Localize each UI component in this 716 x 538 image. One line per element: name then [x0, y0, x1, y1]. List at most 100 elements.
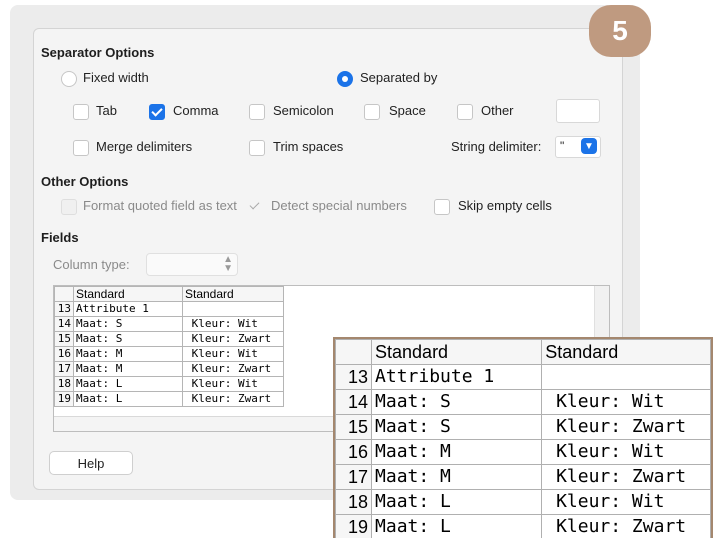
zoom-row-number: 15 — [336, 415, 372, 440]
zoom-row-number: 19 — [336, 515, 372, 538]
zoom-table-row: 18Maat: L Kleur: Wit — [336, 490, 711, 515]
cell-col-1[interactable]: Attribute 1 — [74, 302, 183, 317]
space-checkbox[interactable] — [364, 104, 380, 120]
skip-empty-label: Skip empty cells — [458, 198, 552, 213]
table-row: 14Maat: S Kleur: Wit — [55, 317, 284, 332]
column-type-select[interactable]: ▲▼ — [146, 253, 238, 276]
zoom-cell-col-2: Kleur: Zwart — [542, 465, 711, 490]
zoom-column-header-1: Standard — [372, 340, 542, 365]
table-row: 13Attribute 1 — [55, 302, 284, 317]
zoom-table-row: 15Maat: S Kleur: Zwart — [336, 415, 711, 440]
fields-title: Fields — [41, 230, 79, 245]
zoom-cell-col-1: Maat: M — [372, 465, 542, 490]
table-row: 15Maat: S Kleur: Zwart — [55, 332, 284, 347]
fixed-width-radio[interactable] — [61, 71, 77, 87]
cell-col-2[interactable] — [183, 302, 284, 317]
zoom-table-row: 14Maat: S Kleur: Wit — [336, 390, 711, 415]
other-label: Other — [481, 103, 514, 118]
tab-checkbox[interactable] — [73, 104, 89, 120]
row-number[interactable]: 17 — [55, 362, 74, 377]
cell-col-2[interactable]: Kleur: Wit — [183, 317, 284, 332]
zoom-row-number: 13 — [336, 365, 372, 390]
zoom-cell-col-1: Maat: S — [372, 415, 542, 440]
corner-cell — [55, 287, 74, 302]
preview-table: Standard Standard 13Attribute 114Maat: S… — [54, 286, 284, 407]
cell-col-2[interactable]: Kleur: Wit — [183, 347, 284, 362]
trim-spaces-checkbox[interactable] — [249, 140, 265, 156]
zoom-table-row: 13Attribute 1 — [336, 365, 711, 390]
string-delimiter-select[interactable]: " ▼ — [555, 136, 601, 158]
zoom-cell-col-2: Kleur: Zwart — [542, 515, 711, 538]
cell-col-1[interactable]: Maat: M — [74, 362, 183, 377]
chevron-down-icon[interactable]: ▼ — [581, 138, 597, 154]
zoom-cell-col-2 — [542, 365, 711, 390]
string-delimiter-label: String delimiter: — [451, 139, 541, 154]
row-number[interactable]: 15 — [55, 332, 74, 347]
semicolon-label: Semicolon — [273, 103, 334, 118]
fixed-width-label: Fixed width — [83, 70, 149, 85]
cell-col-2[interactable]: Kleur: Wit — [183, 377, 284, 392]
format-quoted-checkbox[interactable] — [61, 199, 77, 215]
cell-col-1[interactable]: Maat: L — [74, 377, 183, 392]
merge-delimiters-checkbox[interactable] — [73, 140, 89, 156]
zoom-table-row: 19Maat: L Kleur: Zwart — [336, 515, 711, 538]
zoom-cell-col-1: Maat: M — [372, 440, 542, 465]
zoom-table-row: 17Maat: M Kleur: Zwart — [336, 465, 711, 490]
cell-col-2[interactable]: Kleur: Zwart — [183, 392, 284, 407]
table-row: 18Maat: L Kleur: Wit — [55, 377, 284, 392]
zoom-cell-col-2: Kleur: Zwart — [542, 415, 711, 440]
zoom-cell-col-1: Attribute 1 — [372, 365, 542, 390]
zoom-cell-col-2: Kleur: Wit — [542, 440, 711, 465]
cell-col-1[interactable]: Maat: M — [74, 347, 183, 362]
other-input[interactable] — [556, 99, 600, 123]
separated-by-label: Separated by — [360, 70, 437, 85]
table-row: 17Maat: M Kleur: Zwart — [55, 362, 284, 377]
cell-col-1[interactable]: Maat: L — [74, 392, 183, 407]
format-quoted-label: Format quoted field as text — [83, 198, 237, 213]
column-type-label: Column type: — [53, 257, 130, 272]
comma-label: Comma — [173, 103, 219, 118]
skip-empty-checkbox[interactable] — [434, 199, 450, 215]
zoom-table-row: 16Maat: M Kleur: Wit — [336, 440, 711, 465]
row-number[interactable]: 19 — [55, 392, 74, 407]
zoom-cell-col-1: Maat: L — [372, 490, 542, 515]
zoom-corner-cell — [336, 340, 372, 365]
table-row: 16Maat: M Kleur: Wit — [55, 347, 284, 362]
semicolon-checkbox[interactable] — [249, 104, 265, 120]
row-number[interactable]: 18 — [55, 377, 74, 392]
trim-spaces-label: Trim spaces — [273, 139, 343, 154]
merge-delimiters-label: Merge delimiters — [96, 139, 192, 154]
zoom-cell-col-2: Kleur: Wit — [542, 490, 711, 515]
row-number[interactable]: 13 — [55, 302, 74, 317]
cell-col-2[interactable]: Kleur: Zwart — [183, 362, 284, 377]
zoom-column-header-2: Standard — [542, 340, 711, 365]
row-number[interactable]: 16 — [55, 347, 74, 362]
space-label: Space — [389, 103, 426, 118]
zoom-row-number: 17 — [336, 465, 372, 490]
zoom-cell-col-1: Maat: L — [372, 515, 542, 538]
column-header-1[interactable]: Standard — [74, 287, 183, 302]
zoom-cell-col-1: Maat: S — [372, 390, 542, 415]
tab-label: Tab — [96, 103, 117, 118]
column-header-2[interactable]: Standard — [183, 287, 284, 302]
other-checkbox[interactable] — [457, 104, 473, 120]
zoom-cell-col-2: Kleur: Wit — [542, 390, 711, 415]
row-number[interactable]: 14 — [55, 317, 74, 332]
zoomed-preview-table: Standard Standard 13Attribute 114Maat: S… — [335, 339, 711, 538]
zoom-row-number: 16 — [336, 440, 372, 465]
cell-col-1[interactable]: Maat: S — [74, 332, 183, 347]
cell-col-2[interactable]: Kleur: Zwart — [183, 332, 284, 347]
other-options-title: Other Options — [41, 174, 128, 189]
step-badge: 5 — [589, 5, 651, 57]
separator-options-title: Separator Options — [41, 45, 154, 60]
detect-special-checkbox[interactable] — [247, 199, 261, 213]
cell-col-1[interactable]: Maat: S — [74, 317, 183, 332]
comma-checkbox[interactable] — [149, 104, 165, 120]
help-button[interactable]: Help — [49, 451, 133, 475]
zoom-row-number: 18 — [336, 490, 372, 515]
string-delimiter-value: " — [560, 139, 564, 153]
updown-chevron-icon: ▲▼ — [223, 255, 233, 273]
separated-by-radio[interactable] — [337, 71, 353, 87]
table-row: 19Maat: L Kleur: Zwart — [55, 392, 284, 407]
detect-special-label: Detect special numbers — [271, 198, 407, 213]
